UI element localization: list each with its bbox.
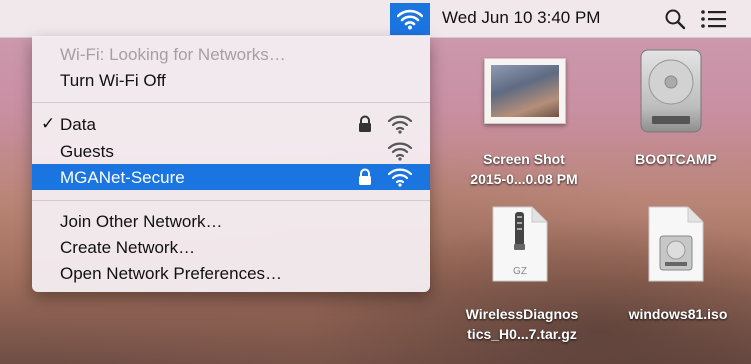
network-name: MGANet-Secure: [60, 168, 185, 187]
network-item-data[interactable]: ✓ Data: [32, 111, 430, 137]
wifi-signal-icon: [387, 142, 413, 161]
search-icon[interactable]: [663, 8, 687, 30]
network-name: Data: [60, 115, 96, 134]
lock-icon: [359, 168, 371, 185]
create-network-item[interactable]: Create Network…: [32, 234, 430, 260]
network-item-guests[interactable]: Guests: [32, 138, 430, 164]
menu-bar-clock[interactable]: Wed Jun 10 3:40 PM: [442, 8, 600, 28]
desktop-item-label: tics_H0...7.tar.gz: [467, 326, 577, 342]
screenshot-icon[interactable]: [484, 58, 566, 124]
join-other-network-item[interactable]: Join Other Network…: [32, 208, 430, 234]
wifi-dropdown-menu: Wi-Fi: Looking for Networks… Turn Wi-Fi …: [32, 36, 430, 292]
wifi-status-item: Wi-Fi: Looking for Networks…: [32, 41, 430, 67]
wifi-menu-button[interactable]: [390, 3, 430, 35]
open-network-preferences-label: Open Network Preferences…: [60, 264, 283, 283]
lock-icon: [359, 115, 371, 132]
wifi-signal-icon: [387, 168, 413, 187]
checkmark-icon: ✓: [41, 114, 56, 133]
list-icon[interactable]: [700, 9, 728, 29]
network-item-mganet-secure[interactable]: MGANet-Secure: [32, 164, 430, 190]
turn-wifi-off-label: Turn Wi-Fi Off: [60, 71, 166, 90]
create-network-label: Create Network…: [60, 238, 196, 257]
desktop: Wed Jun 10 3:40 PM Wi-Fi: Looking for Ne…: [0, 0, 751, 364]
desktop-item-label: BOOTCAMP: [635, 151, 717, 167]
wifi-status-label: Wi-Fi: Looking for Networks…: [60, 45, 286, 64]
wifi-icon: [397, 9, 423, 30]
archive-icon[interactable]: GZ: [492, 206, 548, 282]
menu-separator: [32, 102, 430, 103]
wifi-signal-icon: [387, 115, 413, 134]
desktop-item-label: windows81.iso: [628, 306, 728, 322]
archive-badge: GZ: [513, 266, 527, 277]
menu-separator: [32, 200, 430, 201]
join-other-network-label: Join Other Network…: [60, 212, 223, 231]
hard-drive-icon[interactable]: [638, 48, 704, 134]
desktop-item-label: Screen Shot: [483, 151, 565, 167]
disk-image-icon[interactable]: [648, 206, 704, 282]
menu-bar: Wed Jun 10 3:40 PM: [0, 0, 751, 38]
network-name: Guests: [60, 142, 114, 161]
turn-wifi-off-item[interactable]: Turn Wi-Fi Off: [32, 67, 430, 93]
open-network-preferences-item[interactable]: Open Network Preferences…: [32, 260, 430, 286]
desktop-item-label: WirelessDiagnos: [465, 306, 579, 322]
desktop-item-label: 2015-0...0.08 PM: [470, 171, 578, 187]
